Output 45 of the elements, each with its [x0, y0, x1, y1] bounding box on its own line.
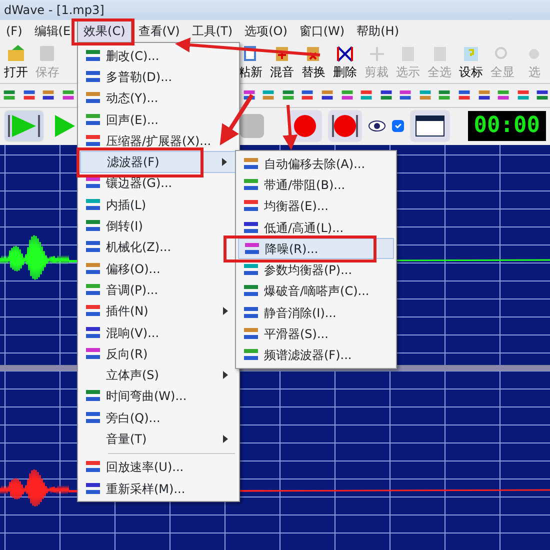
- menu-item[interactable]: 音量(T): [80, 428, 237, 450]
- menu-item[interactable]: 帮助(H): [350, 20, 405, 42]
- menu-item[interactable]: 动态(Y)...: [80, 88, 237, 109]
- menu-item[interactable]: 选项(O): [238, 20, 294, 42]
- menu-item[interactable]: 低通/高通(L)...: [238, 216, 394, 238]
- menu-item[interactable]: (F): [0, 20, 28, 42]
- menu-item[interactable]: 频谱滤波器(F)...: [238, 344, 394, 366]
- menu-item[interactable]: 插件(N): [80, 300, 237, 322]
- menu-item[interactable]: 爆破音/嘀嗒声(C)...: [238, 280, 394, 302]
- menu-item[interactable]: 倒转(I): [80, 215, 237, 237]
- menu-item[interactable]: 静音消除(I)...: [238, 302, 394, 324]
- menu-item[interactable]: 参数均衡器(P)...: [238, 259, 394, 281]
- toolbar-button[interactable]: 替换: [298, 44, 330, 81]
- menu-item[interactable]: 机械化(Z)...: [80, 236, 237, 258]
- menu-item[interactable]: 编辑(E: [28, 20, 77, 42]
- menu-item[interactable]: 均衡器(E)...: [238, 196, 394, 217]
- menu-item[interactable]: 自动偏移去除(A)...: [238, 153, 394, 174]
- menu-item[interactable]: 回放速率(U)...: [80, 456, 237, 478]
- menu-item[interactable]: 混响(V)...: [80, 322, 237, 344]
- menu-item[interactable]: 偏移(O)...: [80, 258, 237, 280]
- menu-item[interactable]: 旁白(Q)...: [80, 407, 237, 428]
- menu-item[interactable]: 多普勒(D)...: [80, 66, 237, 88]
- menu-item[interactable]: 音调(P)...: [80, 279, 237, 301]
- menu-item[interactable]: 重新采样(M)...: [80, 478, 237, 500]
- menu-item[interactable]: 立体声(S): [80, 364, 237, 386]
- toolbar-button[interactable]: 删除: [329, 44, 361, 81]
- toolbar-button[interactable]: 打开: [0, 44, 32, 81]
- toolbar-button[interactable]: 混音: [266, 44, 298, 81]
- menu-item[interactable]: 删改(C)...: [80, 45, 237, 66]
- menu-item[interactable]: 镶边器(G)...: [80, 172, 237, 194]
- menu-item[interactable]: 降噪(R)...: [238, 238, 394, 260]
- menu-item[interactable]: 压缩器/扩展器(X)...: [80, 130, 237, 152]
- menu-item[interactable]: 内插(L): [80, 194, 237, 216]
- menu-item[interactable]: 回声(E)...: [80, 108, 237, 130]
- menu-item[interactable]: 工具(T): [186, 20, 239, 42]
- menu-item[interactable]: 时间弯曲(W)...: [80, 386, 237, 408]
- toolbar-button[interactable]: 设标: [455, 44, 487, 81]
- menu-item[interactable]: 反向(R): [80, 343, 237, 364]
- menu-item[interactable]: 查看(V): [132, 20, 186, 42]
- menu-item[interactable]: 窗口(W): [293, 20, 351, 42]
- menu-item[interactable]: 滤波器(F): [80, 151, 237, 173]
- menu-item[interactable]: 平滑器(S)...: [238, 323, 394, 345]
- window-title: dWave - [1.mp3]: [0, 0, 550, 20]
- timer-display: 00:00: [468, 111, 546, 142]
- menu-item[interactable]: 带通/带阻(B)...: [238, 174, 394, 196]
